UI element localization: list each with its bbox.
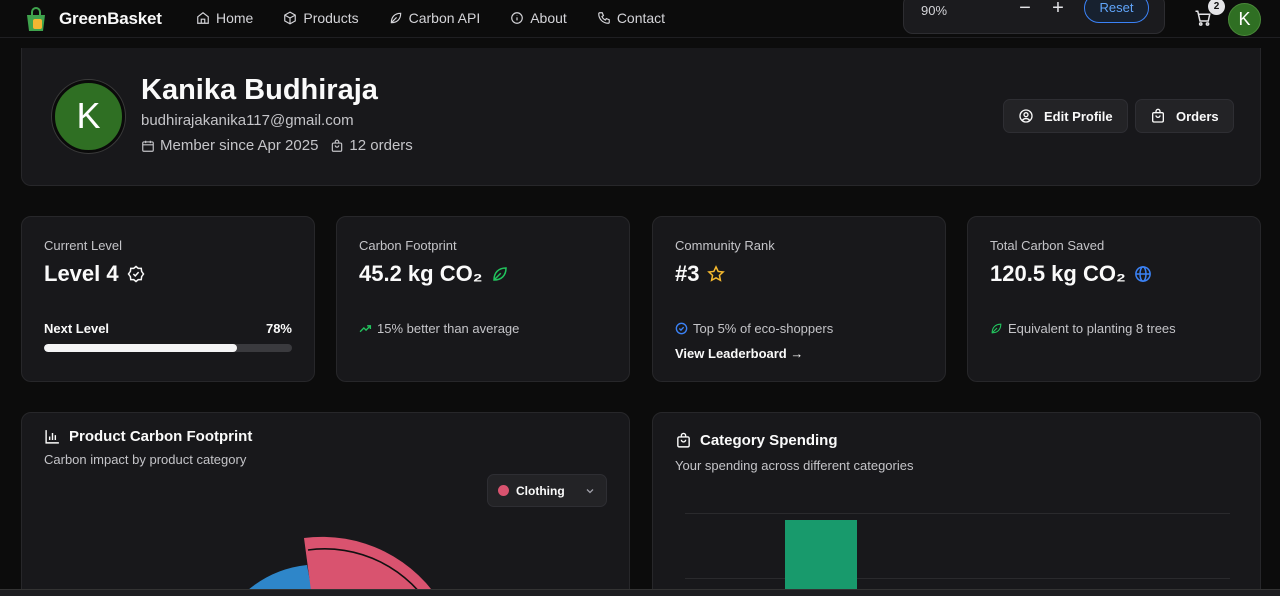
current-level-card: Current Level Level 4 Next Level 78% <box>21 216 315 382</box>
bar-chart-icon <box>45 430 59 444</box>
nav-links: Home Products Carbon API About Contact <box>196 10 695 26</box>
leaf-icon <box>991 323 1002 334</box>
spending-chart-title: Category Spending <box>700 432 838 449</box>
carbon-pie-chart <box>248 536 444 596</box>
member-since-text: Member since Apr 2025 <box>160 137 319 154</box>
category-select[interactable]: Clothing <box>487 474 607 507</box>
category-color-dot <box>498 485 509 496</box>
footprint-value: 45.2 kg CO₂ <box>359 261 483 286</box>
trending-up-icon <box>359 325 372 333</box>
chevron-down-icon <box>586 488 594 493</box>
category-spending-card: Category Spending Your spending across d… <box>652 412 1261 596</box>
next-level-label: Next Level <box>44 321 110 336</box>
profile-name: Kanika Budhiraja <box>141 74 378 106</box>
profile-card: K Kanika Budhiraja budhirajakanika117@gm… <box>21 48 1261 186</box>
shopping-bag-logo-icon <box>27 7 45 31</box>
shopping-bag-icon <box>677 432 690 448</box>
info-icon <box>511 12 524 24</box>
stat-value: Level 4 <box>44 261 145 287</box>
level-progress-bar <box>44 344 292 352</box>
card-title: Product Carbon Footprint <box>44 428 252 445</box>
nav-contact-link[interactable]: Contact <box>597 10 665 26</box>
nav-carbon-api-link[interactable]: Carbon API <box>389 10 481 26</box>
saved-equivalent-text: Equivalent to planting 8 trees <box>1008 321 1176 336</box>
nav-contact-label: Contact <box>616 10 666 26</box>
community-rank-card: Community Rank #3 Top 5% of eco-shoppers… <box>652 216 946 382</box>
edit-profile-label: Edit Profile <box>1044 108 1113 124</box>
stat-label: Community Rank <box>675 238 775 253</box>
orders-label: Orders <box>1176 108 1219 124</box>
chart-gridline <box>685 578 1230 579</box>
user-avatar-button[interactable]: K <box>1228 3 1261 36</box>
next-level-percent: 78% <box>265 321 292 336</box>
product-chart-title: Product Carbon Footprint <box>69 428 253 445</box>
brand[interactable]: GreenBasket <box>23 6 162 32</box>
profile-avatar: K <box>52 80 125 153</box>
level-value: Level 4 <box>44 261 119 286</box>
stat-label: Carbon Footprint <box>359 238 457 253</box>
product-carbon-footprint-card: Product Carbon Footprint Carbon impact b… <box>21 412 630 596</box>
leaf-icon <box>390 12 401 24</box>
bag-icon <box>332 139 343 152</box>
cart-count-badge: 2 <box>1208 0 1225 15</box>
profile-meta: Member since Apr 2025 12 orders <box>141 137 413 154</box>
user-circle-icon <box>1019 109 1033 123</box>
zoom-popover: 90% − + Reset <box>903 0 1165 34</box>
badge-check-icon <box>127 265 145 283</box>
nav-about-label: About <box>530 10 567 26</box>
nav-products-label: Products <box>303 10 359 26</box>
brand-name: GreenBasket <box>59 9 162 28</box>
level-progress-fill <box>44 344 238 352</box>
product-chart-subtitle: Carbon impact by product category <box>44 452 247 467</box>
profile-email: budhirajakanika117@gmail.com <box>141 112 354 129</box>
spending-bar[interactable] <box>785 520 857 596</box>
footprint-trend: 15% better than average <box>359 321 519 336</box>
nav-home-label: Home <box>216 10 254 26</box>
orders-button[interactable]: Orders <box>1135 99 1234 133</box>
stat-value: #3 <box>675 261 726 287</box>
spending-chart-subtitle: Your spending across different categorie… <box>675 458 914 473</box>
card-title: Category Spending <box>675 432 838 449</box>
home-icon <box>197 12 209 24</box>
saved-value: 120.5 kg CO₂ <box>990 261 1126 286</box>
stat-value: 45.2 kg CO₂ <box>359 261 509 287</box>
rank-percentile: Top 5% of eco-shoppers <box>675 321 833 336</box>
leaf-icon <box>492 267 507 281</box>
zoom-level: 90% <box>921 3 948 18</box>
check-circle-icon <box>675 322 688 335</box>
bottom-scroll-edge <box>0 589 1280 596</box>
chart-gridline <box>685 513 1230 514</box>
carbon-footprint-card: Carbon Footprint 45.2 kg CO₂ 15% better … <box>336 216 630 382</box>
footprint-trend-text: 15% better than average <box>377 321 520 336</box>
stat-label: Current Level <box>44 238 123 253</box>
star-icon <box>707 265 726 282</box>
box-icon <box>284 11 297 25</box>
zoom-in-button[interactable]: + <box>1047 0 1069 20</box>
edit-profile-button[interactable]: Edit Profile <box>1003 99 1128 133</box>
phone-icon <box>597 12 610 24</box>
member-since: Member since Apr 2025 <box>141 137 318 154</box>
category-select-value: Clothing <box>516 483 565 498</box>
stat-value: 120.5 kg CO₂ <box>990 261 1152 287</box>
rank-value: #3 <box>675 261 700 286</box>
zoom-reset-button[interactable]: Reset <box>1084 0 1149 23</box>
calendar-icon <box>142 140 154 152</box>
nav-home-link[interactable]: Home <box>196 10 253 26</box>
nav-about-link[interactable]: About <box>510 10 567 26</box>
top-navbar: GreenBasket Home Products Carbon API Abo… <box>0 0 1280 38</box>
nav-carbon-api-label: Carbon API <box>408 10 481 26</box>
pie-slice-clothing[interactable] <box>304 536 444 596</box>
nav-products-link[interactable]: Products <box>283 10 359 26</box>
bag-icon <box>1152 108 1164 123</box>
orders-count-text: 12 orders <box>349 137 413 154</box>
stat-label: Total Carbon Saved <box>990 238 1105 253</box>
orders-count: 12 orders <box>330 137 413 154</box>
view-leaderboard-link[interactable]: View Leaderboard → <box>675 346 803 361</box>
globe-icon <box>1134 266 1151 282</box>
zoom-out-button[interactable]: − <box>1014 0 1036 20</box>
total-carbon-saved-card: Total Carbon Saved 120.5 kg CO₂ Equivale… <box>967 216 1261 382</box>
saved-equivalent: Equivalent to planting 8 trees <box>990 321 1176 336</box>
rank-percentile-text: Top 5% of eco-shoppers <box>693 321 834 336</box>
